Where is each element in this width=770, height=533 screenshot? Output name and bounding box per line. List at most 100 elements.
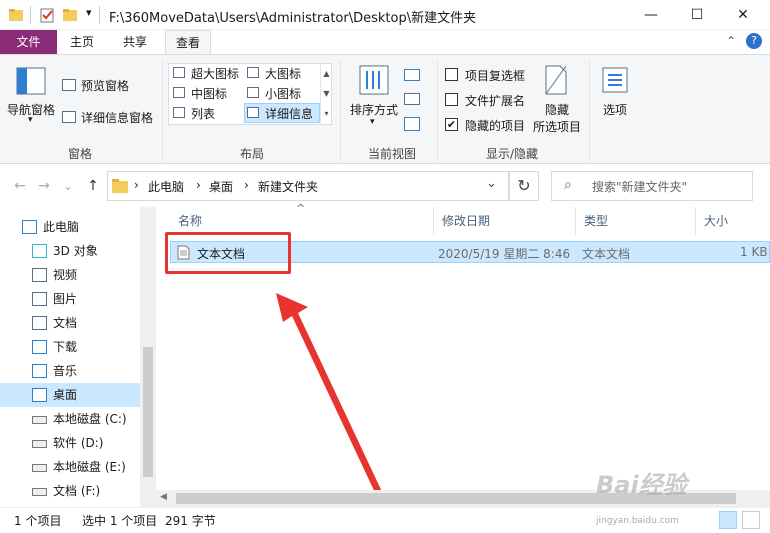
address-bar[interactable]: › 此电脑 › 桌面 › 新建文件夹 ⌄ [107,171,509,201]
computer-icon [22,220,37,234]
sidebar-item[interactable]: 本地磁盘 (E:) [0,455,140,479]
group-label-layout: 布局 [239,147,264,161]
new-folder-icon[interactable] [62,7,78,23]
add-columns-icon[interactable] [404,93,420,105]
refresh-button[interactable]: ↻ [509,171,539,201]
sidebar-item-label: 桌面 [53,388,78,402]
layout-scroll[interactable]: ▲ ▼ ▾ [320,64,332,124]
options-button[interactable]: 选项 [603,101,627,118]
layout-small-icons[interactable]: 小图标 [265,85,301,102]
breadcrumb-desktop[interactable]: 桌面 [209,178,233,195]
help-button[interactable]: ? [746,33,762,49]
sidebar-item[interactable]: 音乐 [0,359,140,383]
column-header-size[interactable]: 大小 [696,207,770,235]
search-input[interactable]: ⌕ 搜索"新建文件夹" [551,171,753,201]
details-pane-icon [62,111,76,123]
layout-list[interactable]: 列表 [191,105,215,122]
sort-by-button[interactable]: 排序方式 [350,101,398,118]
collapse-ribbon-button[interactable]: ⌃ [726,34,736,48]
tab-share[interactable]: 共享 [109,30,161,54]
divider [437,61,438,161]
sidebar-item-label: 3D 对象 [53,244,98,258]
minimize-button[interactable]: — [628,0,674,30]
preview-pane-button[interactable]: 预览窗格 [81,77,129,94]
column-header-type[interactable]: 类型 [576,207,696,235]
maximize-button[interactable]: ☐ [674,0,720,30]
properties-icon[interactable] [39,7,55,23]
item-checkboxes-checkbox[interactable] [445,68,458,81]
tab-file[interactable]: 文件 [0,30,57,54]
quick-access-dropdown[interactable]: ▾ [86,6,92,19]
group-by-icon[interactable] [404,69,420,81]
details-view-toggle[interactable] [719,511,737,529]
tab-home[interactable]: 主页 [57,30,107,54]
divider [589,61,590,161]
hide-selected-button-line2[interactable]: 所选项目 [533,118,581,135]
sidebar-item-label: 下载 [53,340,78,354]
hide-selected-button[interactable]: 隐藏 [545,101,569,118]
layout-details[interactable]: 详细信息 [265,105,313,122]
item-checkboxes-label: 项目复选框 [465,69,526,83]
breadcrumb-new-folder[interactable]: 新建文件夹 [258,178,318,195]
up-button[interactable]: ↑ [83,176,103,196]
scroll-left-icon[interactable]: ◀ [160,492,167,502]
column-header-name[interactable]: 名称 [170,207,434,235]
folder-icon [112,179,128,193]
size-columns-icon[interactable] [404,117,420,131]
sidebar-item[interactable]: 文档 (F:) [0,479,140,503]
search-placeholder: 搜索"新建文件夹" [592,180,688,194]
forward-button[interactable]: → [34,176,54,196]
document-icon [32,316,47,330]
details-pane-button[interactable]: 详细信息窗格 [81,109,153,126]
sidebar-item[interactable]: 图片 [0,287,140,311]
address-dropdown-button[interactable]: ⌄ [486,176,497,191]
chevron-down-icon: ▾ [370,117,375,127]
layout-extra-large-icons[interactable]: 超大图标 [191,65,239,82]
sidebar-item[interactable]: 3D 对象 [0,239,140,263]
file-type: 文本文档 [582,247,631,261]
sidebar-item-label: 此电脑 [43,220,80,234]
file-date: 2020/5/19 星期二 8:46 [438,247,571,261]
sidebar-item[interactable]: 视频 [0,263,140,287]
hidden-items-checkbox[interactable]: ✔ [445,118,458,131]
nav-scrollbar[interactable] [140,207,156,507]
breadcrumb-separator: › [244,178,249,192]
layout-large-icons[interactable]: 大图标 [265,65,301,82]
list-icon [173,107,185,118]
divider [162,61,163,161]
cube-icon [32,244,47,258]
scroll-thumb[interactable] [143,347,153,477]
divider [340,61,341,161]
column-header-date[interactable]: 修改日期 [434,207,576,235]
extra-large-icons-icon [173,67,185,78]
file-list: ^ 名称 修改日期 类型 大小 文本文档 2020/5/19 星期二 8:46 … [156,202,770,516]
sidebar-item[interactable]: 本地磁盘 (C:) [0,407,140,431]
sidebar-item[interactable]: 桌面 [0,383,140,407]
tab-view[interactable]: 查看 [165,30,211,55]
back-button[interactable]: ← [10,176,30,196]
desktop-icon [32,388,47,402]
sidebar-item-label: 视频 [53,268,78,282]
layout-gallery: 超大图标 大图标 中图标 小图标 列表 详细信息 ▲ ▼ ▾ [168,63,332,125]
sidebar-item[interactable]: 软件 (D:) [0,431,140,455]
recent-locations-button[interactable]: ⌄ [58,176,78,196]
navigation-pane: 此电脑 3D 对象视频图片 文档下载音乐桌面本地磁盘 (C:) 软件 (D:) 本地磁盘… [0,207,156,507]
watermark-url: jingyan.baidu.com [596,516,680,526]
small-icons-icon [247,87,259,98]
sidebar-item[interactable]: 下载 [0,335,140,359]
close-button[interactable]: ✕ [720,0,766,30]
group-label-show-hide: 显示/隐藏 [485,147,539,161]
layout-medium-icons[interactable]: 中图标 [191,85,227,102]
large-icons-view-toggle[interactable] [742,511,760,529]
file-extensions-checkbox[interactable] [445,93,458,106]
details-icon [247,107,259,118]
file-extensions-label: 文件扩展名 [465,94,526,108]
ribbon-view: 导航窗格 ▾ 预览窗格 详细信息窗格 窗格 超大图标 大图标 中图标 小图标 列… [0,54,770,164]
sidebar-item[interactable]: 文档 [0,311,140,335]
chevron-down-icon: ▾ [28,115,33,125]
sidebar-item[interactable]: 此电脑 [0,215,130,239]
picture-icon [32,292,47,306]
breadcrumb-this-pc[interactable]: 此电脑 [148,178,184,195]
sidebar-item-label: 软件 (D:) [53,436,104,450]
breadcrumb-separator: › [196,178,201,192]
